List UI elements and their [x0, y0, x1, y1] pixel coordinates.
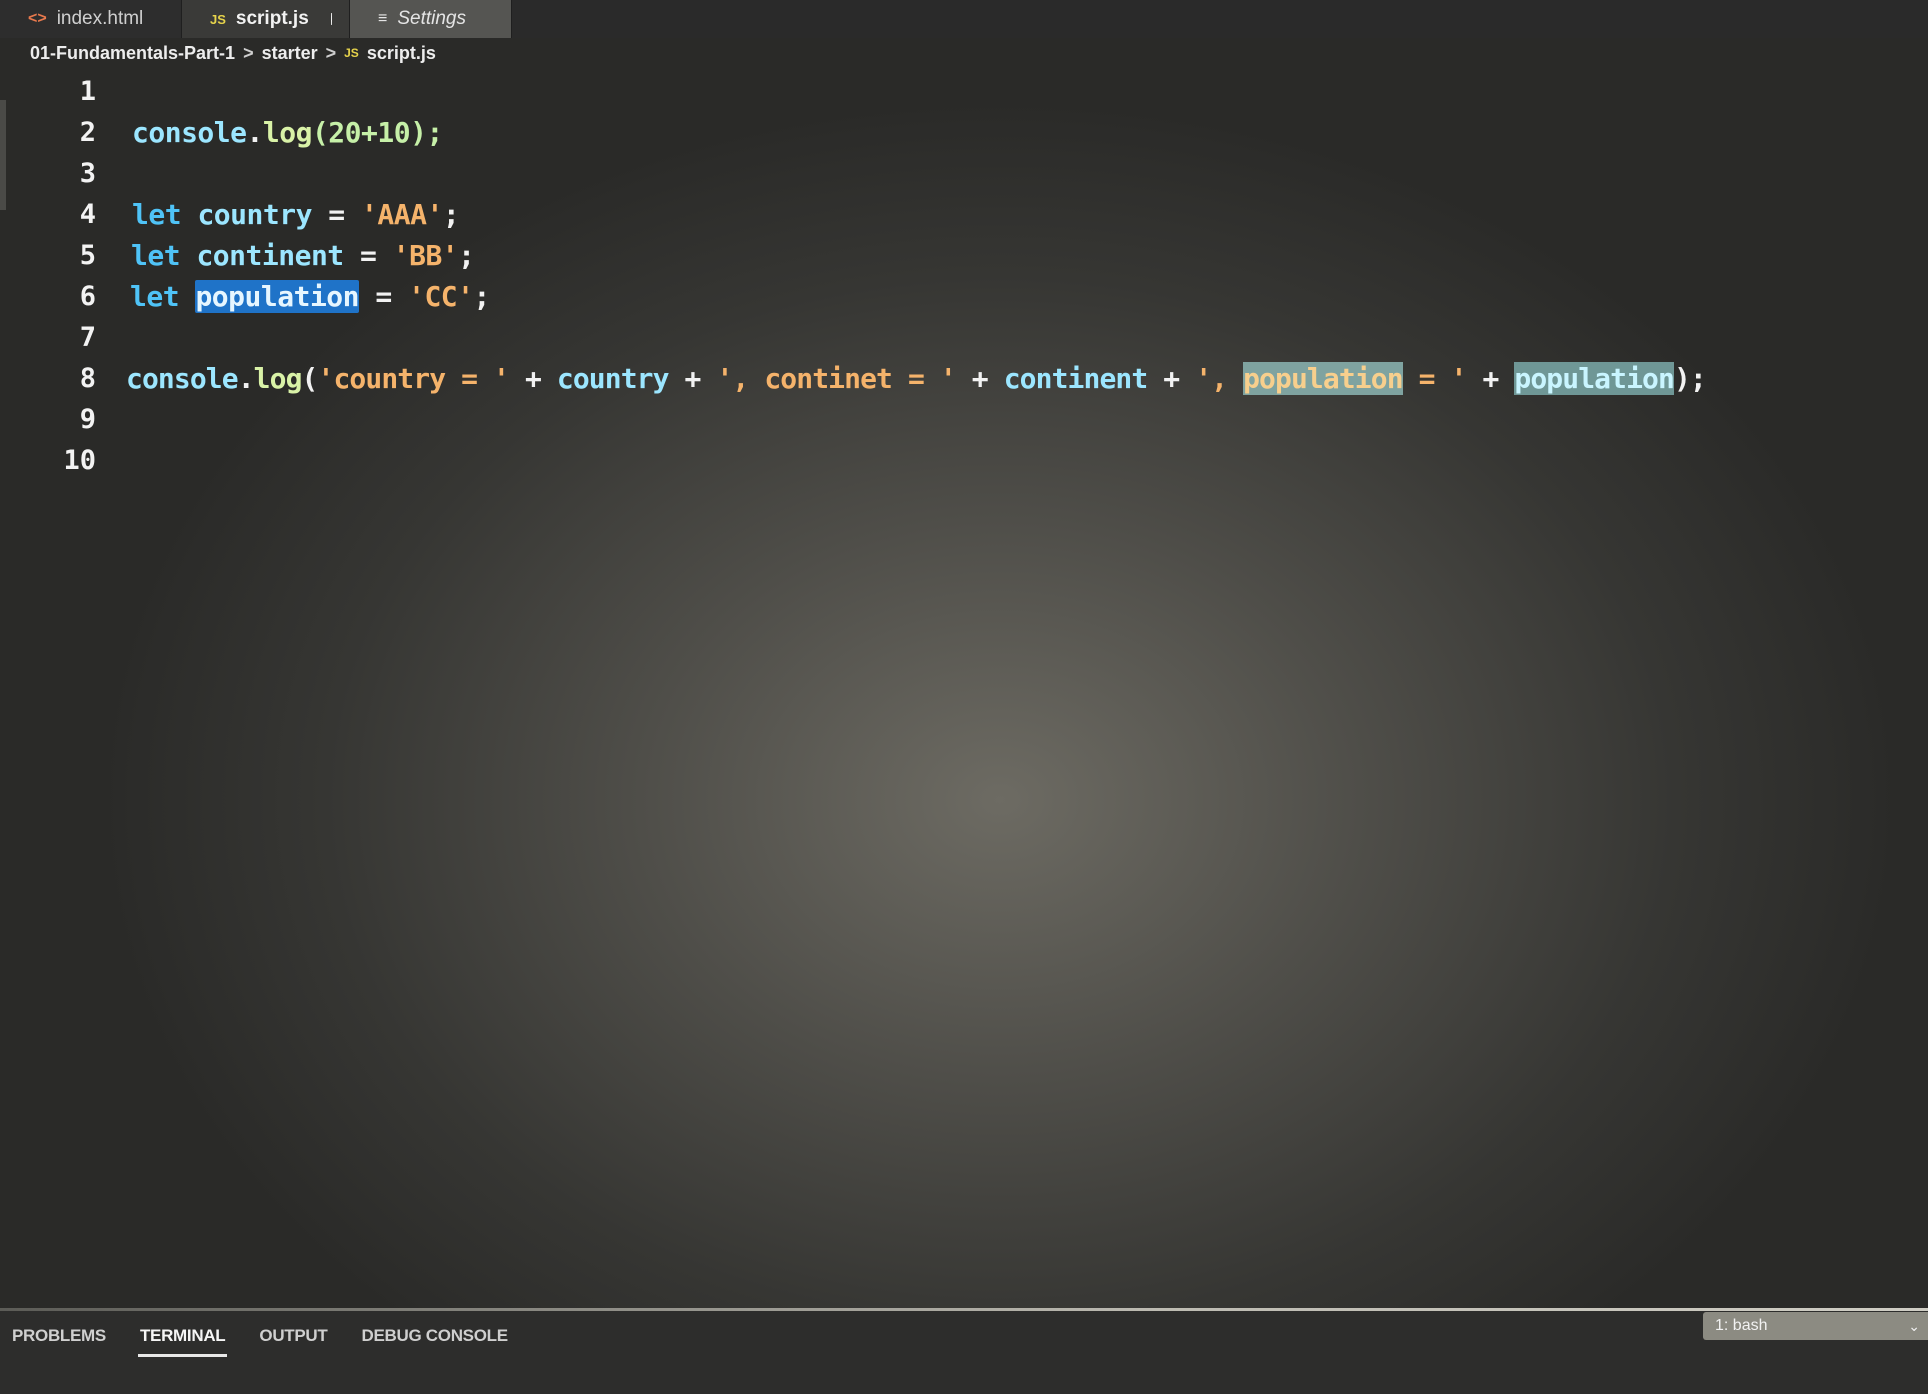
token-console: console — [126, 361, 239, 395]
chevron-right-icon: > — [243, 42, 254, 63]
editor-tab-bar: <> index.html JS script.js ≡ Settings — [0, 0, 1928, 38]
token-operator: + — [1147, 361, 1196, 395]
token-identifier: continent — [1003, 361, 1149, 395]
line-number: 9 — [79, 403, 96, 435]
token-dot: . — [237, 361, 255, 395]
tab-label: Settings — [397, 8, 466, 29]
token-keyword: let — [130, 279, 180, 313]
code-text: let country = 'AAA'; — [132, 197, 460, 231]
code-line[interactable]: 2 console.log(20+10); — [0, 111, 1900, 153]
vscode-window: <> index.html JS script.js ≡ Settings 01… — [0, 0, 1928, 1394]
line-number: 6 — [79, 280, 96, 312]
line-number: 7 — [79, 321, 96, 353]
line-number: 5 — [79, 239, 96, 271]
token-args: (20+10); — [311, 115, 443, 149]
tab-terminal[interactable]: TERMINAL — [137, 1322, 228, 1357]
token-string: 'BB' — [392, 238, 459, 272]
line-number: 1 — [79, 75, 96, 107]
code-line[interactable]: 5 let continent = 'BB'; — [0, 234, 1900, 276]
terminal-select[interactable]: 1: bash ⌄ — [1703, 1312, 1928, 1340]
code-line[interactable]: 8 console.log('country = ' + country + '… — [0, 357, 1900, 399]
token-string: = ' — [1402, 361, 1468, 395]
line-number: 3 — [79, 157, 96, 189]
token-string: ', — [1195, 361, 1244, 395]
tab-label: script.js — [235, 8, 309, 29]
token-string: 'CC' — [408, 279, 474, 313]
token-operator: + — [509, 361, 557, 395]
code-line[interactable]: 10 — [0, 439, 1900, 481]
tab-label: index.html — [56, 8, 144, 29]
token-operator: = — [343, 238, 393, 272]
breadcrumb: 01-Fundamentals-Part-1 > starter > JS sc… — [30, 40, 436, 66]
breadcrumb-folder[interactable]: 01-Fundamentals-Part-1 — [30, 43, 235, 64]
code-line[interactable]: 1 — [0, 70, 1900, 112]
breadcrumb-subfolder[interactable]: starter — [262, 43, 318, 64]
token-string: ', continet = ' — [716, 361, 956, 395]
settings-lines-icon: ≡ — [378, 10, 388, 27]
terminal-select-value: 1: bash — [1715, 1317, 1768, 1334]
token-log: log — [262, 115, 313, 149]
token-keyword: let — [131, 238, 181, 272]
tab-settings[interactable]: ≡ Settings — [350, 0, 512, 38]
code-text: console.log('country = ' + country + ', … — [126, 361, 1707, 395]
token-string-highlight: population — [1243, 361, 1404, 395]
line-number: 10 — [63, 444, 96, 476]
code-editor[interactable]: 1 2 console.log(20+10); 3 4 let country … — [0, 70, 1928, 1300]
html-file-icon: <> — [28, 10, 47, 27]
line-number: 8 — [79, 362, 96, 394]
token-semicolon: ; — [442, 197, 460, 231]
tab-output[interactable]: OUTPUT — [257, 1322, 329, 1357]
token-identifier: continent — [196, 238, 344, 272]
token-log: log — [253, 361, 303, 395]
code-text: let continent = 'BB'; — [131, 239, 475, 272]
code-line[interactable]: 6 let population = 'CC'; — [0, 275, 1900, 317]
code-text: console.log(20+10); — [132, 116, 443, 149]
tab-problems[interactable]: PROBLEMS — [10, 1322, 108, 1357]
token-semicolon: ; — [473, 279, 491, 313]
tab-script-js[interactable]: JS script.js — [182, 0, 350, 38]
tab-index-html[interactable]: <> index.html — [0, 0, 182, 38]
token-close: ); — [1673, 361, 1707, 395]
code-line[interactable]: 4 let country = 'AAA'; — [0, 193, 1900, 235]
breadcrumb-file[interactable]: script.js — [367, 43, 436, 64]
token-identifier: country — [556, 361, 670, 395]
token-keyword: let — [132, 197, 182, 231]
tab-debug-console[interactable]: DEBUG CONSOLE — [359, 1322, 509, 1357]
token-operator: + — [1466, 361, 1515, 395]
chevron-down-icon: ⌄ — [1908, 1317, 1920, 1334]
code-line[interactable]: 7 — [0, 316, 1900, 358]
token-identifier-selected[interactable]: population — [195, 279, 360, 313]
token-string: 'AAA' — [361, 197, 443, 231]
token-paren: ( — [301, 361, 319, 395]
token-operator: = — [359, 279, 409, 313]
token-operator: + — [955, 361, 1004, 395]
line-number: 4 — [79, 198, 96, 230]
code-line[interactable]: 3 — [0, 152, 1900, 194]
token-console: console — [132, 115, 247, 149]
token-dot: . — [246, 115, 264, 149]
code-text: let population = 'CC'; — [130, 279, 491, 313]
js-file-icon: JS — [210, 11, 226, 27]
token-string: 'country = ' — [317, 361, 510, 395]
token-identifier-highlight: population — [1514, 361, 1675, 395]
tab-bar-empty-space — [512, 0, 1928, 38]
js-file-icon: JS — [344, 46, 359, 60]
line-number: 2 — [79, 116, 96, 148]
chevron-right-icon: > — [325, 42, 337, 63]
token-operator: = — [311, 197, 362, 231]
token-semicolon: ; — [458, 238, 475, 272]
token-operator: + — [668, 361, 717, 395]
token-identifier: country — [197, 197, 312, 231]
panel-tab-bar: PROBLEMS TERMINAL OUTPUT DEBUG CONSOLE — [10, 1322, 510, 1357]
code-line[interactable]: 9 — [0, 398, 1900, 440]
